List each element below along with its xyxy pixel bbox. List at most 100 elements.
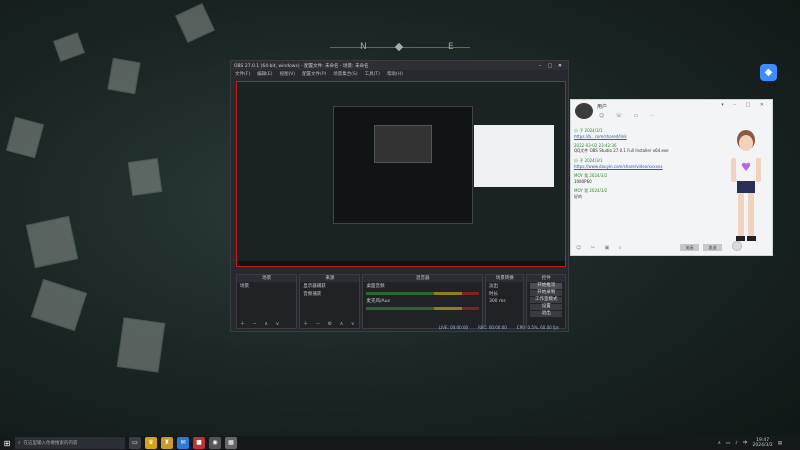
message: 小 子 2024/3/1 https://b...com/shared/link <box>574 128 712 139</box>
volume-meter[interactable] <box>366 307 479 310</box>
app-tray-icon[interactable]: ◆ <box>760 64 777 81</box>
obs-docks: 场景 场景 ＋ − ∧ ∨ 来源 显示器捕获 音频捕获 ＋ − ⚙ ∧ ∨ 混音… <box>236 274 566 329</box>
obs-window[interactable]: OBS 27.0.1 (64-bit, windows) - 配置文件: 未命名… <box>230 60 569 332</box>
menu-help[interactable]: 帮助(H) <box>387 71 403 77</box>
game-app-icon[interactable]: ♜ <box>161 437 173 449</box>
message: MOY 我 2024/3/2 好的 <box>574 188 712 200</box>
search-icon: ⌕ <box>18 441 21 446</box>
chat-header: 用户 ☺ ☏ ▭ ⋯ ▾ – □ ✕ <box>571 100 772 122</box>
exit-button[interactable]: 退出 <box>530 311 562 317</box>
background-paper <box>175 3 215 43</box>
start-recording-button[interactable]: 开始录制 <box>530 290 562 296</box>
transition-type[interactable]: 淡出 <box>486 282 524 290</box>
app-icon[interactable]: ■ <box>193 437 205 449</box>
maximize-icon[interactable]: □ <box>545 63 555 69</box>
taskbar-search[interactable]: ⌕ 在这里输入你要搜索的内容 <box>15 437 125 449</box>
sources-title: 来源 <box>300 275 360 282</box>
task-view-icon[interactable]: ▭ <box>129 437 141 449</box>
obs-statusbar: LIVE: 00:00:00 REC: 00:00:00 CPU: 0.5%, … <box>233 325 563 331</box>
volume-icon[interactable]: ♪ <box>735 441 738 446</box>
menu-file[interactable]: 文件(F) <box>235 71 250 77</box>
preview-taskbar <box>237 261 565 266</box>
message-text: 好的 <box>574 194 582 199</box>
chat-input-toolbar[interactable]: ☺ ✂ ▣ ⌕ <box>576 245 626 251</box>
recursive-preview <box>333 106 554 224</box>
background-paper <box>5 116 45 159</box>
system-tray: ∧ ▭ ♪ 中 19:47 2024/3/2 ▤ <box>718 438 800 448</box>
compass-east: E <box>448 42 454 52</box>
mixer-channel-label: 桌面音频 <box>366 284 385 289</box>
controls-dock: 控件 开始推流 开始录制 工作室模式 设置 退出 <box>526 274 566 329</box>
compass-marker-icon <box>394 42 404 52</box>
message: 2022-03-02 23:42:36 QQ文件 OBS Studio 27.0… <box>574 143 712 154</box>
studio-mode-button[interactable]: 工作室模式 <box>530 297 562 303</box>
minimize-icon[interactable]: – <box>535 63 545 69</box>
avatar-figure <box>731 130 761 241</box>
background-paper <box>107 57 141 95</box>
settings-button[interactable]: 设置 <box>530 304 562 310</box>
chat-header-icons[interactable]: ☺ ☏ ▭ ⋯ <box>599 113 660 119</box>
source-item[interactable]: 显示器捕获 <box>300 282 359 290</box>
message-link[interactable]: https://www.douyin.com/share/video/xxxxx… <box>574 164 712 169</box>
clock[interactable]: 19:47 2024/3/2 <box>753 438 773 448</box>
tray-arrow-icon[interactable]: ∧ <box>718 441 721 446</box>
obs-menubar: 文件(F) 编辑(E) 视图(V) 配置文件(P) 场景集合(S) 工具(T) … <box>231 70 568 78</box>
obs-title: OBS 27.0.1 (64-bit, windows) - 配置文件: 未命名… <box>234 63 369 69</box>
close-button[interactable]: 关闭 <box>680 244 699 251</box>
controls-title: 控件 <box>527 275 565 282</box>
clock-date: 2024/3/2 <box>752 443 773 448</box>
send-button[interactable]: 发送 <box>703 244 722 251</box>
audio-mixer-dock: 混音器 桌面音频 麦克风/Aux <box>362 274 483 329</box>
search-placeholder: 在这里输入你要搜索的内容 <box>23 441 78 446</box>
transitions-dock: 场景转换 淡出 时长 300 ms <box>484 274 525 329</box>
windows-taskbar: ⊞ ⌕ 在这里输入你要搜索的内容 ▭ ♛ ♜ ✉ ■ ◉ ▦ ∧ ▭ ♪ 中 1… <box>0 436 800 450</box>
contact-avatar[interactable] <box>575 103 593 119</box>
nested-obs-window <box>374 125 432 163</box>
menu-view[interactable]: 视图(V) <box>279 71 295 77</box>
app-icon[interactable]: ▦ <box>225 437 237 449</box>
obs-preview-canvas[interactable] <box>236 81 566 267</box>
contact-name[interactable]: 用户 <box>597 103 607 110</box>
rec-time: REC: 00:00:00 <box>478 325 507 330</box>
live-time: LIVE: 00:00:00 <box>438 325 469 330</box>
menu-tools[interactable]: 工具(T) <box>365 71 380 77</box>
background-paper <box>127 158 163 196</box>
message-text: 1080P60 <box>574 179 592 184</box>
chat-window[interactable]: 用户 ☺ ☏ ▭ ⋯ ▾ – □ ✕ 小 子 2024/3/1 https://… <box>570 99 773 256</box>
self-avatar[interactable] <box>732 241 742 251</box>
background-paper <box>30 278 88 332</box>
menu-scene-collection[interactable]: 场景集合(S) <box>333 71 357 77</box>
scenes-dock: 场景 场景 ＋ − ∧ ∨ <box>236 274 298 329</box>
obs-app-icon[interactable]: ◉ <box>209 437 221 449</box>
network-icon[interactable]: ▭ <box>726 441 730 446</box>
transitions-title: 场景转换 <box>485 275 524 282</box>
chat-send-area: 关闭 发送 <box>680 244 722 251</box>
source-item[interactable]: 音频捕获 <box>300 290 359 298</box>
chat-app-icon[interactable]: ✉ <box>177 437 189 449</box>
message: MOY 我 2024/3/2 1080P60 <box>574 173 712 184</box>
input-language[interactable]: 中 <box>743 440 748 446</box>
background-paper <box>53 32 85 62</box>
scenes-title: 场景 <box>237 275 297 282</box>
duration-label: 时长 <box>488 292 498 297</box>
start-streaming-button[interactable]: 开始推流 <box>530 283 562 289</box>
scene-item[interactable]: 场景 <box>237 282 296 290</box>
game-app-icon[interactable]: ♛ <box>145 437 157 449</box>
compass-north: N <box>360 42 367 52</box>
obs-titlebar[interactable]: OBS 27.0.1 (64-bit, windows) - 配置文件: 未命名… <box>231 61 568 70</box>
cpu-fps: CPU: 0.5%, 60.00 fps <box>516 325 559 330</box>
menu-profile[interactable]: 配置文件(P) <box>302 71 326 77</box>
background-paper <box>25 215 79 269</box>
duration-field[interactable]: 300 ms <box>486 298 524 305</box>
obs-main-area: 场景 场景 ＋ − ∧ ∨ 来源 显示器捕获 音频捕获 ＋ − ⚙ ∧ ∨ 混音… <box>234 80 567 330</box>
notification-icon[interactable]: ▤ <box>778 441 782 446</box>
windows-start-icon[interactable]: ⊞ <box>0 436 14 450</box>
sources-dock: 来源 显示器捕获 音频捕获 ＋ − ⚙ ∧ ∨ <box>299 274 361 329</box>
message-file[interactable]: QQ文件 OBS Studio 27.0.1 Full Installer x6… <box>574 148 712 154</box>
volume-meter[interactable] <box>366 292 479 295</box>
message-link[interactable]: https://b...com/shared/link <box>574 134 712 139</box>
menu-edit[interactable]: 编辑(E) <box>257 71 272 77</box>
close-icon[interactable]: ✕ <box>555 63 565 69</box>
mixer-title: 混音器 <box>363 275 482 282</box>
chat-window-buttons[interactable]: ▾ – □ ✕ <box>721 102 768 108</box>
